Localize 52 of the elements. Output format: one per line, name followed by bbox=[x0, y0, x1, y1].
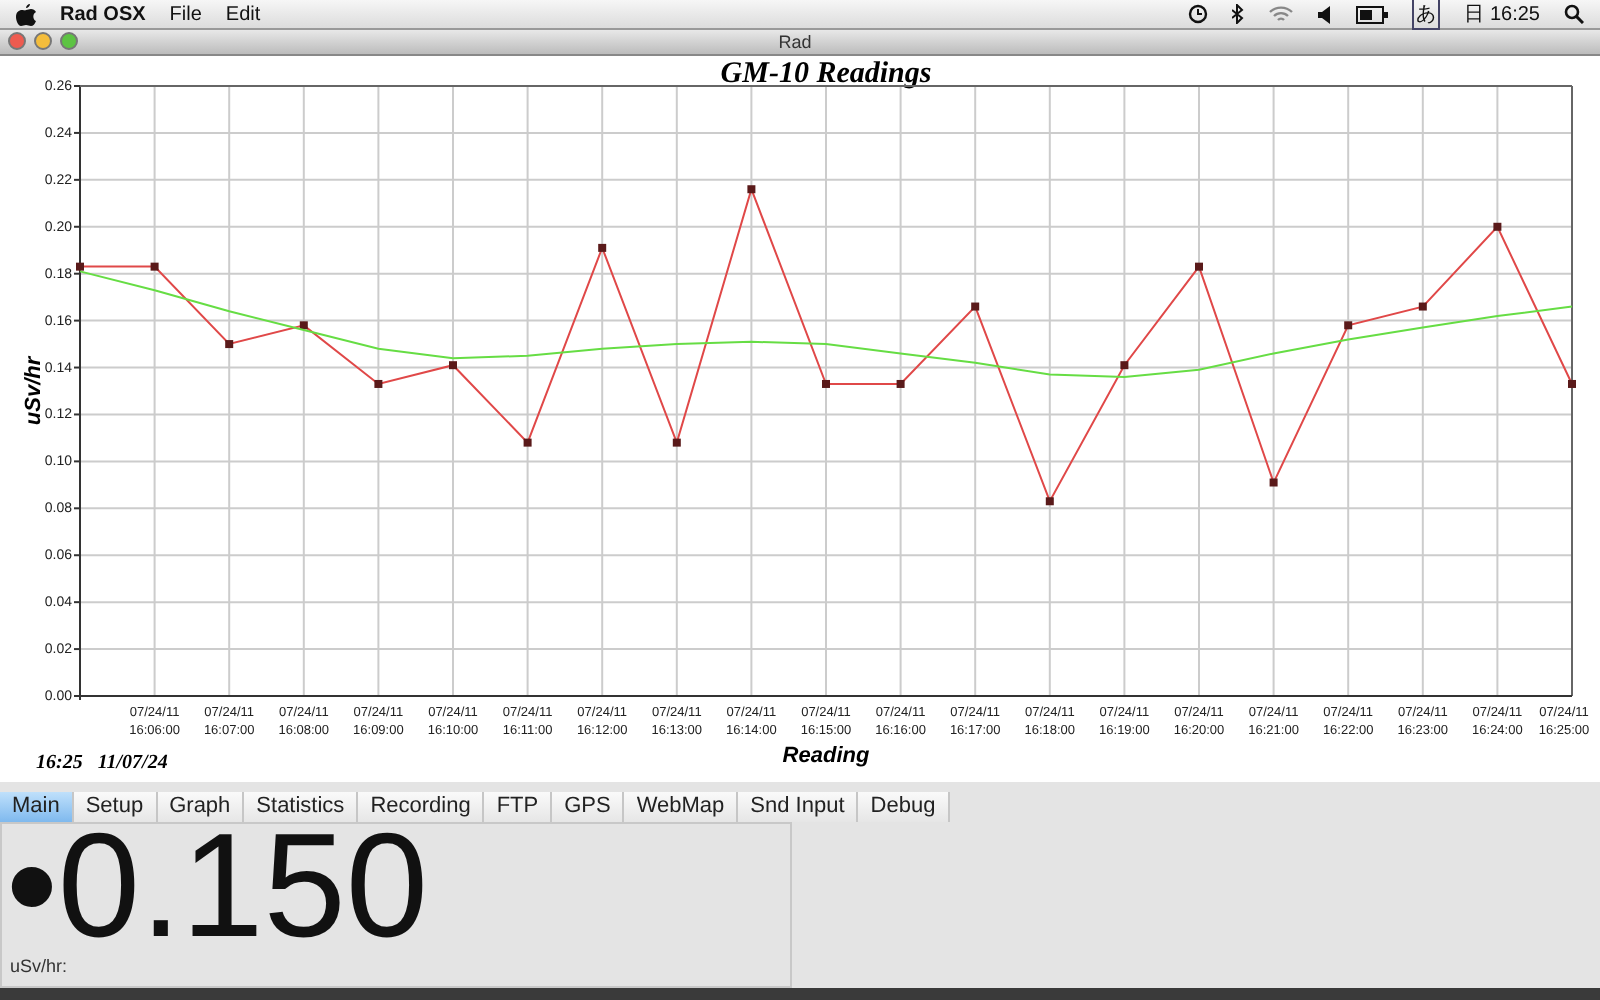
close-button[interactable] bbox=[8, 32, 26, 51]
tab[interactable]: WebMap bbox=[624, 791, 739, 822]
clock-history-icon[interactable] bbox=[1188, 4, 1209, 24]
unit-label: uSv/hr: bbox=[8, 953, 70, 980]
data-point bbox=[1493, 222, 1502, 231]
data-point bbox=[1269, 478, 1278, 487]
y-axis-label: uSv/hr bbox=[22, 356, 46, 426]
data-point bbox=[225, 340, 234, 348]
data-point bbox=[822, 379, 830, 388]
data-point bbox=[299, 321, 308, 330]
data-point bbox=[896, 379, 905, 388]
bluetooth-icon[interactable] bbox=[1232, 4, 1245, 24]
tab[interactable]: Setup bbox=[73, 791, 158, 822]
data-point bbox=[598, 243, 607, 252]
tab[interactable]: Recording bbox=[358, 791, 485, 822]
data-point bbox=[1045, 497, 1054, 506]
speaker-icon[interactable] bbox=[1318, 5, 1333, 23]
tab[interactable]: Statistics bbox=[244, 791, 359, 822]
menu-clock[interactable]: 日 16:25 bbox=[1464, 0, 1540, 28]
apple-logo-icon bbox=[16, 3, 36, 25]
data-point bbox=[1120, 361, 1129, 370]
tab[interactable]: Debug bbox=[858, 791, 950, 822]
x-axis-label: Reading bbox=[782, 743, 870, 768]
data-point bbox=[449, 361, 457, 370]
tab[interactable]: Main bbox=[0, 791, 74, 822]
menu-item[interactable]: File bbox=[169, 3, 202, 25]
tab[interactable]: GPS bbox=[552, 791, 625, 822]
menu-item[interactable]: Edit bbox=[225, 3, 261, 25]
tab[interactable]: Graph bbox=[157, 791, 245, 822]
data-point bbox=[747, 185, 756, 194]
reading-value: •0.150 bbox=[4, 823, 431, 948]
data-point bbox=[1418, 302, 1427, 311]
data-point bbox=[76, 262, 84, 271]
minimize-button[interactable] bbox=[34, 32, 52, 51]
data-point bbox=[1344, 321, 1353, 330]
chart-title: GM-10 Readings bbox=[720, 57, 932, 90]
data-point bbox=[523, 438, 532, 447]
battery-icon[interactable] bbox=[1356, 5, 1389, 23]
data-point bbox=[672, 438, 681, 447]
data-point bbox=[1568, 379, 1576, 388]
tab[interactable]: FTP bbox=[484, 791, 553, 822]
data-point bbox=[150, 262, 159, 271]
window-title: Rad bbox=[776, 31, 814, 52]
wifi-icon[interactable] bbox=[1268, 4, 1295, 24]
data-point bbox=[374, 379, 383, 388]
app-menu[interactable]: Rad OSX bbox=[60, 3, 146, 25]
data-point bbox=[971, 302, 980, 311]
timestamp-text: 16:25 11/07/24 bbox=[36, 751, 168, 774]
zoom-button[interactable] bbox=[60, 32, 78, 51]
tab[interactable]: Snd Input bbox=[738, 791, 859, 822]
search-icon[interactable] bbox=[1564, 4, 1584, 24]
data-point bbox=[1195, 262, 1203, 271]
